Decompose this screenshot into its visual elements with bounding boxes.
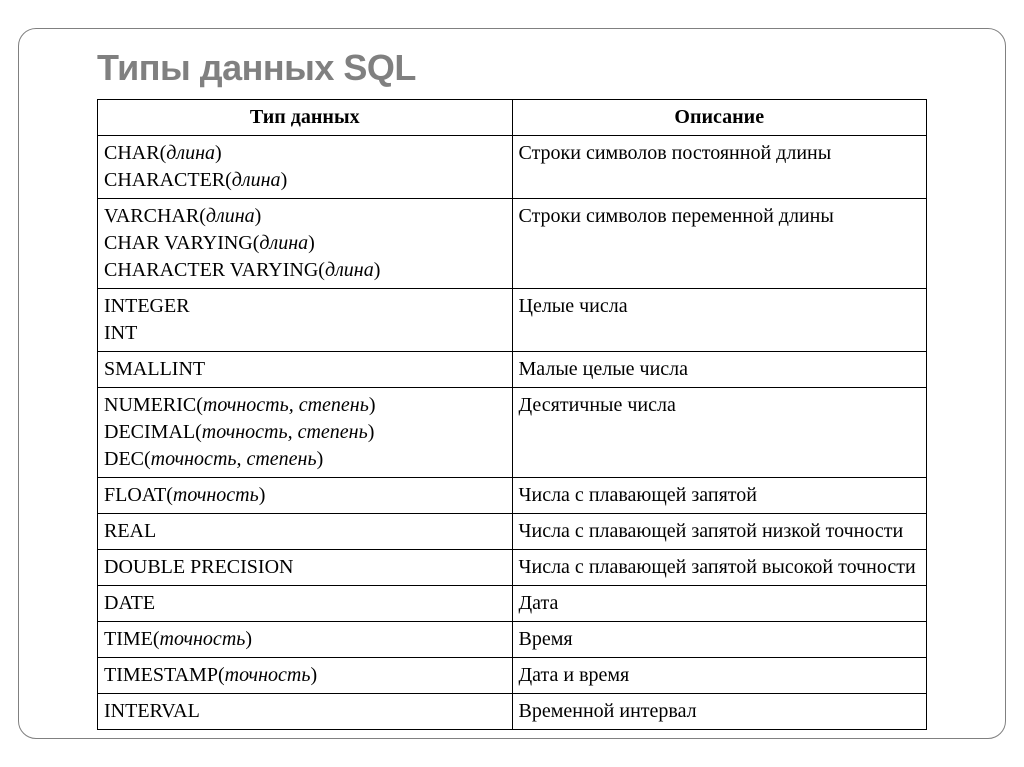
type-line: NUMERIC(точность, степень) — [104, 392, 506, 419]
type-suffix: ) — [259, 484, 266, 506]
type-line: FLOAT(точность) — [104, 482, 506, 509]
type-prefix: INT — [104, 322, 137, 344]
page-title: Типы данных SQL — [97, 47, 927, 89]
type-suffix: ) — [308, 232, 315, 254]
cell-type: INTEGER INT — [98, 289, 513, 352]
cell-type: FLOAT(точность) — [98, 478, 513, 514]
type-prefix: VARCHAR( — [104, 205, 206, 227]
cell-type: DATE — [98, 586, 513, 622]
cell-description: Числа с плавающей запятой низкой точност… — [512, 514, 927, 550]
table-row: INTERVAL Временной интервал — [98, 694, 927, 730]
type-suffix: ) — [245, 628, 252, 650]
type-line: INTEGER — [104, 293, 506, 320]
cell-description: Десятичные числа — [512, 388, 927, 478]
cell-type: VARCHAR(длина)CHAR VARYING(длина)CHARACT… — [98, 199, 513, 289]
type-suffix: ) — [374, 259, 381, 281]
type-line: DATE — [104, 590, 506, 617]
cell-type: TIMESTAMP(точность) — [98, 658, 513, 694]
cell-type: SMALLINT — [98, 352, 513, 388]
cell-description: Дата и время — [512, 658, 927, 694]
type-prefix: NUMERIC( — [104, 394, 203, 416]
type-prefix: CHARACTER( — [104, 169, 232, 191]
table-row: DOUBLE PRECISION Числа с плавающей запято… — [98, 550, 927, 586]
table-row: INTEGER INT Целые числа — [98, 289, 927, 352]
table-row: CHAR(длина)CHARACTER(длина)Строки символ… — [98, 136, 927, 199]
type-param: длина — [206, 205, 255, 227]
type-line: CHARACTER(длина) — [104, 167, 506, 194]
type-param: длина — [232, 169, 281, 191]
table-row: DATE Дата — [98, 586, 927, 622]
cell-description: Строки символов постоянной длины — [512, 136, 927, 199]
type-line: CHAR(длина) — [104, 140, 506, 167]
type-line: DEC(точность, степень) — [104, 446, 506, 473]
cell-description: Строки символов переменной длины — [512, 199, 927, 289]
type-line: REAL — [104, 518, 506, 545]
type-prefix: SMALLINT — [104, 358, 205, 380]
type-prefix: INTEGER — [104, 295, 190, 317]
type-line: INT — [104, 320, 506, 347]
type-param: точность — [225, 664, 311, 686]
cell-description: Дата — [512, 586, 927, 622]
type-line: VARCHAR(длина) — [104, 203, 506, 230]
type-line: TIME(точность) — [104, 626, 506, 653]
header-description: Описание — [512, 100, 927, 136]
header-type: Тип данных — [98, 100, 513, 136]
type-prefix: TIME( — [104, 628, 160, 650]
cell-description: Числа с плавающей запятой — [512, 478, 927, 514]
type-suffix: ) — [310, 664, 317, 686]
type-line: SMALLINT — [104, 356, 506, 383]
cell-description: Время — [512, 622, 927, 658]
type-prefix: TIMESTAMP( — [104, 664, 225, 686]
cell-description: Числа с плавающей запятой высокой точнос… — [512, 550, 927, 586]
type-prefix: DECIMAL( — [104, 421, 202, 443]
type-line: CHARACTER VARYING(длина) — [104, 257, 506, 284]
type-prefix: REAL — [104, 520, 156, 542]
type-suffix: ) — [215, 142, 222, 164]
type-param: точность, степень — [151, 448, 317, 470]
type-param: точность, степень — [203, 394, 369, 416]
type-suffix: ) — [255, 205, 262, 227]
type-param: точность — [173, 484, 259, 506]
type-suffix: ) — [317, 448, 324, 470]
type-line: CHAR VARYING(длина) — [104, 230, 506, 257]
type-prefix: INTERVAL — [104, 700, 200, 722]
type-prefix: DATE — [104, 592, 155, 614]
type-suffix: ) — [281, 169, 288, 191]
type-param: длина — [166, 142, 215, 164]
data-types-table: Тип данных Описание CHAR(длина)CHARACTER… — [97, 99, 927, 730]
cell-type: REAL — [98, 514, 513, 550]
cell-type: CHAR(длина)CHARACTER(длина) — [98, 136, 513, 199]
cell-description: Малые целые числа — [512, 352, 927, 388]
type-prefix: FLOAT( — [104, 484, 173, 506]
type-suffix: ) — [368, 421, 375, 443]
type-line: INTERVAL — [104, 698, 506, 725]
cell-type: INTERVAL — [98, 694, 513, 730]
cell-type: TIME(точность) — [98, 622, 513, 658]
table-row: REAL Числа с плавающей запятой низкой точ… — [98, 514, 927, 550]
table-row: SMALLINT Малые целые числа — [98, 352, 927, 388]
cell-description: Временной интервал — [512, 694, 927, 730]
slide-frame: Типы данных SQL Тип данных Описание CHAR… — [18, 28, 1006, 739]
table-row: TIMESTAMP(точность)Дата и время — [98, 658, 927, 694]
type-param: длина — [325, 259, 374, 281]
type-param: длина — [259, 232, 308, 254]
cell-type: DOUBLE PRECISION — [98, 550, 513, 586]
type-prefix: CHARACTER VARYING( — [104, 259, 325, 281]
table-row: FLOAT(точность)Числа с плавающей запятой — [98, 478, 927, 514]
type-prefix: CHAR VARYING( — [104, 232, 259, 254]
cell-type: NUMERIC(точность, степень)DECIMAL(точнос… — [98, 388, 513, 478]
type-line: DOUBLE PRECISION — [104, 554, 506, 581]
type-param: точность, степень — [202, 421, 368, 443]
type-prefix: DEC( — [104, 448, 151, 470]
type-line: TIMESTAMP(точность) — [104, 662, 506, 689]
type-line: DECIMAL(точность, степень) — [104, 419, 506, 446]
table-row: TIME(точность)Время — [98, 622, 927, 658]
table-row: NUMERIC(точность, степень)DECIMAL(точнос… — [98, 388, 927, 478]
table-row: VARCHAR(длина)CHAR VARYING(длина)CHARACT… — [98, 199, 927, 289]
cell-description: Целые числа — [512, 289, 927, 352]
type-prefix: DOUBLE PRECISION — [104, 556, 293, 578]
type-suffix: ) — [369, 394, 376, 416]
type-prefix: CHAR( — [104, 142, 166, 164]
type-param: точность — [160, 628, 246, 650]
